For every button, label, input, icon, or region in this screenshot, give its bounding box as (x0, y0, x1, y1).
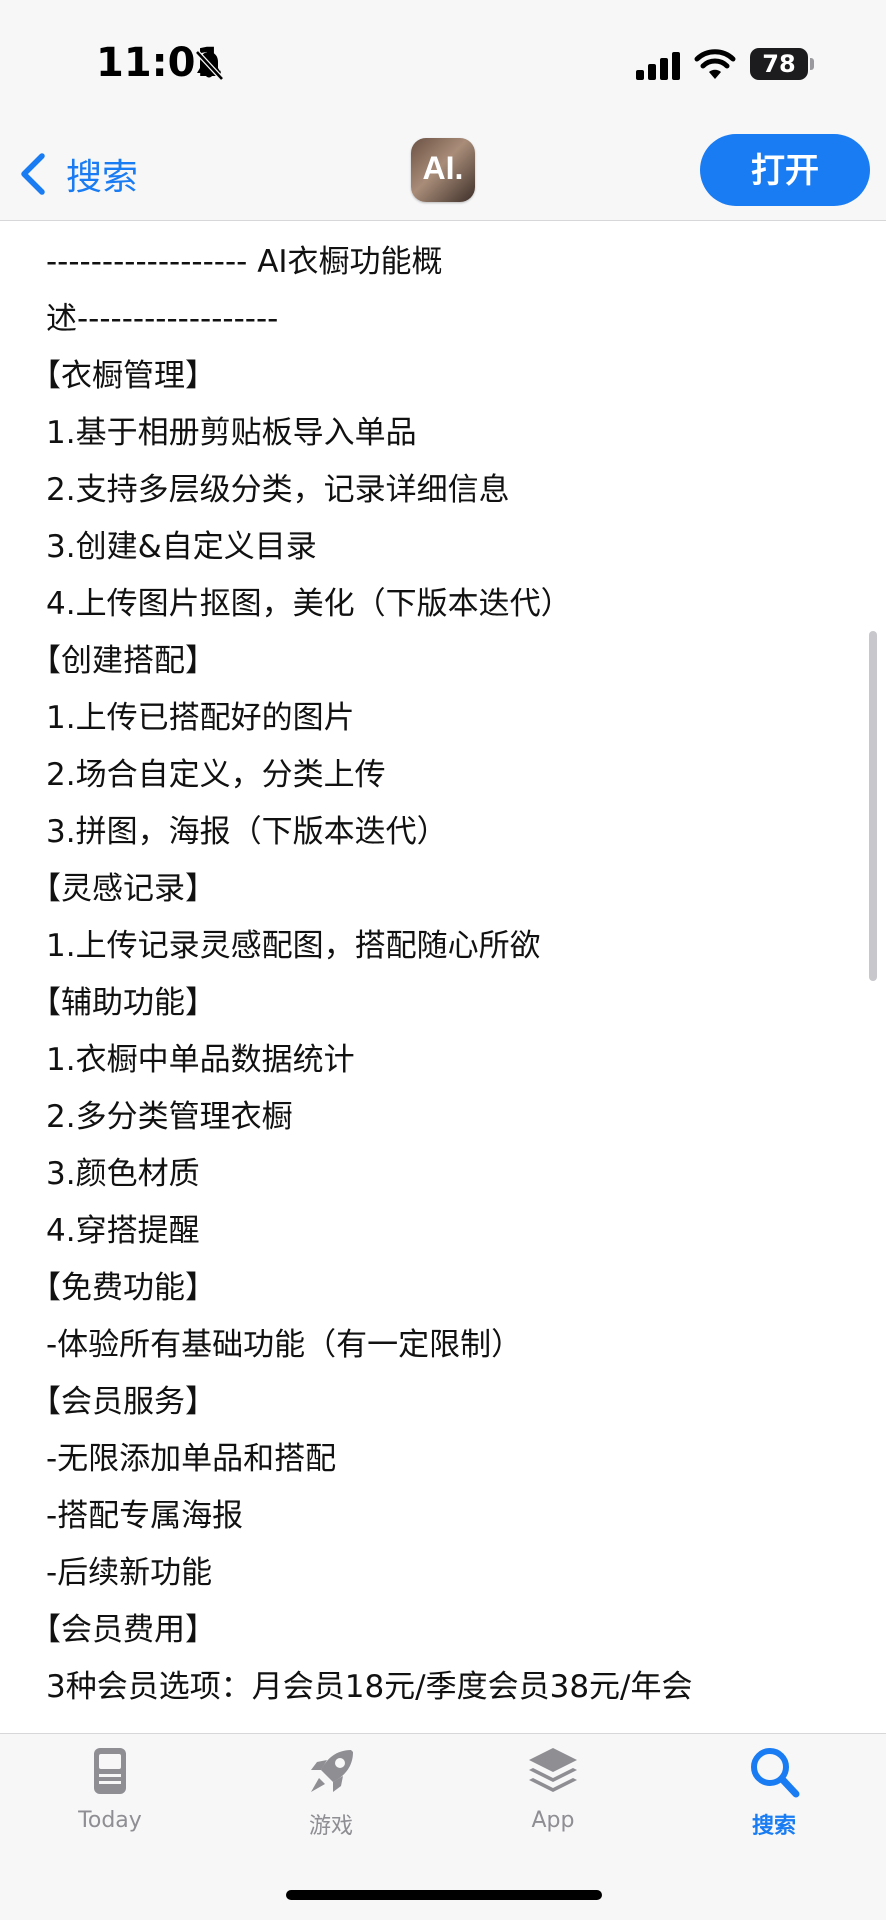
tab-apps[interactable]: App (463, 1744, 643, 1864)
wifi-icon (694, 49, 736, 79)
tab-apps-label: App (531, 1808, 575, 1833)
tab-games-label: 游戏 (308, 1814, 353, 1839)
today-icon (94, 1748, 126, 1794)
tab-bar: Today 游戏 App 搜索 (0, 1733, 886, 1920)
section-heading: 【免费功能】 (30, 1270, 216, 1306)
tab-search-label: 搜索 (751, 1814, 796, 1839)
section-heading: 【衣橱管理】 (30, 358, 216, 394)
navigation-bar: 搜索 AI. 打开 (0, 130, 886, 221)
back-label: 搜索 (66, 157, 139, 198)
description-line: 2.支持多层级分类，记录详细信息 (46, 472, 510, 508)
bell-muted-icon (195, 50, 224, 81)
description-line: 1.衣橱中单品数据统计 (46, 1042, 355, 1078)
description-line: -后续新功能 (46, 1555, 213, 1591)
description-line: -无限添加单品和搭配 (46, 1441, 337, 1477)
description-line: 1.上传已搭配好的图片 (46, 700, 355, 736)
app-icon: AI. (411, 138, 475, 202)
app-stack-icon (529, 1748, 577, 1792)
description-line: 2.多分类管理衣橱 (46, 1099, 293, 1135)
open-button[interactable]: 打开 (700, 134, 870, 206)
tab-today-label: Today (78, 1808, 142, 1833)
search-icon (751, 1748, 800, 1798)
scrollbar[interactable] (869, 631, 877, 981)
description-line: 3种会员选项：月会员18元/季度会员38元/年会 (46, 1669, 693, 1705)
description-line: 述------------------ (46, 301, 279, 337)
battery-icon: 78 (750, 48, 808, 80)
app-icon-text: AI. (422, 150, 464, 186)
description-line: 3.创建&自定义目录 (46, 529, 317, 565)
description-line: 4.穿搭提醒 (46, 1213, 200, 1249)
tab-today[interactable]: Today (20, 1744, 200, 1864)
section-heading: 【创建搭配】 (30, 643, 216, 679)
app-description: ------------------ AI衣橱功能概 述------------… (0, 221, 886, 1733)
description-line: 4.上传图片抠图，美化（下版本迭代） (46, 586, 572, 622)
back-button[interactable]: 搜索 (16, 144, 138, 204)
chevron-left-icon (21, 153, 45, 195)
description-line: 3.颜色材质 (46, 1156, 200, 1192)
section-heading: 【会员服务】 (30, 1384, 216, 1420)
section-heading: 【辅助功能】 (30, 985, 216, 1021)
rocket-icon (311, 1750, 353, 1792)
description-line: 2.场合自定义，分类上传 (46, 757, 386, 793)
section-heading: 【会员费用】 (30, 1612, 216, 1648)
section-heading: 【灵感记录】 (30, 871, 216, 907)
description-line: 1.基于相册剪贴板导入单品 (46, 415, 417, 451)
battery-tip (810, 58, 814, 70)
description-line: ------------------ AI衣橱功能概 (46, 244, 443, 280)
home-indicator (286, 1890, 602, 1900)
app-store-screen: 11:01 78 搜索 AI. 打开 ------------------ AI… (0, 0, 886, 1920)
status-bar: 11:01 78 (0, 0, 886, 130)
tab-games[interactable]: 游戏 (241, 1744, 421, 1864)
signal-icon (636, 52, 680, 80)
tab-search[interactable]: 搜索 (684, 1744, 864, 1864)
description-line: -搭配专属海报 (46, 1498, 244, 1534)
description-line: 3.拼图，海报（下版本迭代） (46, 814, 448, 850)
description-line: 1.上传记录灵感配图，搭配随心所欲 (46, 928, 541, 964)
description-line: -体验所有基础功能（有一定限制） (46, 1327, 523, 1363)
